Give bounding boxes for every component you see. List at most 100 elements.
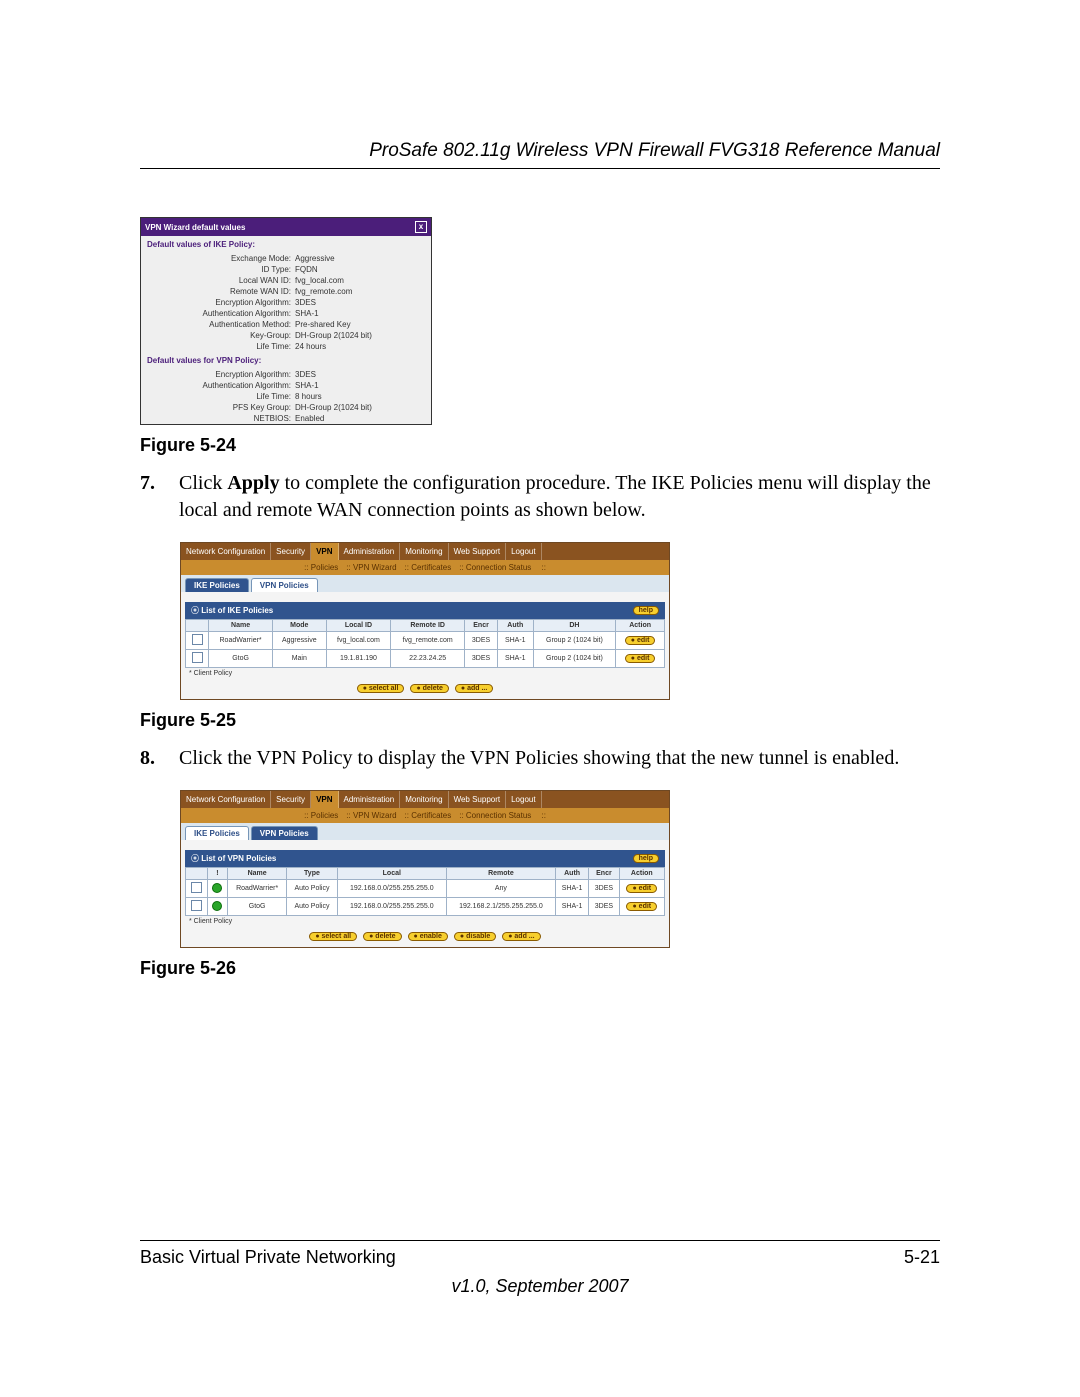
kv-key: Encryption Algorithm:	[141, 298, 295, 307]
delete-button[interactable]: delete	[410, 684, 448, 693]
kv-value: Enabled	[295, 414, 431, 423]
help-button[interactable]: help	[633, 854, 659, 863]
panel-title: VPN Wizard default values	[145, 223, 245, 232]
step-text: Click	[179, 472, 227, 494]
nav-item[interactable]: Monitoring	[400, 543, 448, 560]
nav-item[interactable]: Web Support	[449, 791, 507, 808]
kv-row: ID Type:FQDN	[141, 264, 431, 275]
nav-item[interactable]: Web Support	[449, 543, 507, 560]
footer-version: v1.0, September 2007	[140, 1276, 940, 1297]
nav-item[interactable]: Logout	[506, 791, 541, 808]
subnav-item[interactable]: :: Policies	[304, 563, 338, 572]
list-title: ⦿ List of IKE Policies	[191, 605, 273, 616]
subnav-item[interactable]: :: Connection Status	[459, 811, 531, 820]
nav-item[interactable]: Security	[271, 543, 311, 560]
nav-item[interactable]: Network Configuration	[181, 543, 271, 560]
kv-value: 3DES	[295, 298, 431, 307]
step-number: 7.	[140, 470, 174, 497]
kv-value: Aggressive	[295, 254, 431, 263]
col-header: Encr	[465, 620, 498, 632]
col-header: Auth	[555, 868, 588, 880]
add-button[interactable]: add ...	[502, 932, 540, 941]
footer-left: Basic Virtual Private Networking	[140, 1247, 396, 1268]
col-header: Local	[337, 868, 446, 880]
top-nav: Network ConfigurationSecurityVPNAdminist…	[181, 791, 669, 808]
kv-key: Life Time:	[141, 392, 295, 401]
kv-row: Life Time:8 hours	[141, 391, 431, 402]
table-row: RoadWarrier*Auto Policy192.168.0.0/255.2…	[186, 880, 665, 898]
nav-item[interactable]: Security	[271, 791, 311, 808]
ike-defaults-list: Exchange Mode:AggressiveID Type:FQDNLoca…	[141, 253, 431, 352]
col-header: Mode	[272, 620, 326, 632]
col-header: Name	[209, 620, 273, 632]
vpn-wizard-defaults-panel: VPN Wizard default values x Default valu…	[140, 217, 432, 425]
select-all-button[interactable]: select all	[357, 684, 405, 693]
edit-button[interactable]: edit	[625, 654, 656, 663]
kv-value: SHA-1	[295, 309, 431, 318]
kv-key: Remote WAN ID:	[141, 287, 295, 296]
subnav-item[interactable]: :: Certificates	[405, 563, 452, 572]
edit-button[interactable]: edit	[626, 902, 657, 911]
subnav-item[interactable]: :: Connection Status	[459, 563, 531, 572]
col-header: Remote ID	[391, 620, 465, 632]
tab-vpn-policies[interactable]: VPN Policies	[251, 826, 318, 840]
kv-key: Life Time:	[141, 342, 295, 351]
step-8: 8. Click the VPN Policy to display the V…	[140, 745, 940, 772]
checkbox[interactable]	[192, 652, 203, 663]
nav-item[interactable]: Logout	[506, 543, 541, 560]
kv-row: Encryption Algorithm:3DES	[141, 297, 431, 308]
col-header: Name	[228, 868, 287, 880]
kv-row: NETBIOS:Enabled	[141, 413, 431, 424]
list-titlebar: ⦿ List of IKE Policies help	[185, 602, 665, 619]
nav-item[interactable]: Network Configuration	[181, 791, 271, 808]
ike-section-heading: Default values of IKE Policy:	[141, 236, 431, 253]
panel-titlebar: VPN Wizard default values x	[141, 218, 431, 236]
checkbox[interactable]	[191, 882, 202, 893]
kv-key: Local WAN ID:	[141, 276, 295, 285]
kv-key: Encryption Algorithm:	[141, 370, 295, 379]
kv-key: PFS Key Group:	[141, 403, 295, 412]
list-titlebar: ⦿ List of VPN Policies help	[185, 850, 665, 867]
figure-caption: Figure 5-25	[140, 710, 940, 731]
sub-nav: :: Policies:: VPN Wizard:: Certificates:…	[181, 808, 669, 823]
action-button-row: select all delete enable disable add ...	[185, 925, 665, 943]
nav-item[interactable]: Administration	[339, 543, 401, 560]
tab-bar: IKE Policies VPN Policies	[181, 575, 669, 592]
client-policy-note: * Client Policy	[185, 668, 665, 677]
vpn-defaults-list: Encryption Algorithm:3DESAuthentication …	[141, 369, 431, 424]
kv-row: Remote WAN ID:fvg_remote.com	[141, 286, 431, 297]
col-header: Action	[619, 868, 664, 880]
enable-button[interactable]: enable	[408, 932, 448, 941]
select-all-button[interactable]: select all	[309, 932, 357, 941]
add-button[interactable]: add ...	[455, 684, 493, 693]
nav-item[interactable]: Monitoring	[400, 791, 448, 808]
vpn-policies-table: !NameTypeLocalRemoteAuthEncrActionRoadWa…	[185, 867, 665, 916]
help-button[interactable]: help	[633, 606, 659, 615]
kv-row: Exchange Mode:Aggressive	[141, 253, 431, 264]
nav-item[interactable]: Administration	[339, 791, 401, 808]
kv-value: Pre-shared Key	[295, 320, 431, 329]
subnav-item[interactable]: :: Certificates	[405, 811, 452, 820]
kv-key: NETBIOS:	[141, 414, 295, 423]
subnav-item[interactable]: :: VPN Wizard	[346, 563, 396, 572]
checkbox[interactable]	[191, 900, 202, 911]
step-text: Click the VPN Policy to display the VPN …	[179, 745, 939, 772]
disable-button[interactable]: disable	[454, 932, 496, 941]
delete-button[interactable]: delete	[363, 932, 401, 941]
checkbox[interactable]	[192, 634, 203, 645]
tab-ike-policies[interactable]: IKE Policies	[185, 826, 249, 840]
tab-ike-policies[interactable]: IKE Policies	[185, 578, 249, 592]
col-header: Type	[287, 868, 338, 880]
status-dot-icon	[212, 901, 222, 911]
subnav-item[interactable]: :: Policies	[304, 811, 338, 820]
nav-item[interactable]: VPN	[311, 791, 338, 808]
nav-item[interactable]: VPN	[311, 543, 338, 560]
close-icon[interactable]: x	[415, 221, 427, 233]
col-header	[186, 868, 208, 880]
tab-vpn-policies[interactable]: VPN Policies	[251, 578, 318, 592]
edit-button[interactable]: edit	[626, 884, 657, 893]
col-header	[186, 620, 209, 632]
tab-bar: IKE Policies VPN Policies	[181, 823, 669, 840]
edit-button[interactable]: edit	[625, 636, 656, 645]
subnav-item[interactable]: :: VPN Wizard	[346, 811, 396, 820]
